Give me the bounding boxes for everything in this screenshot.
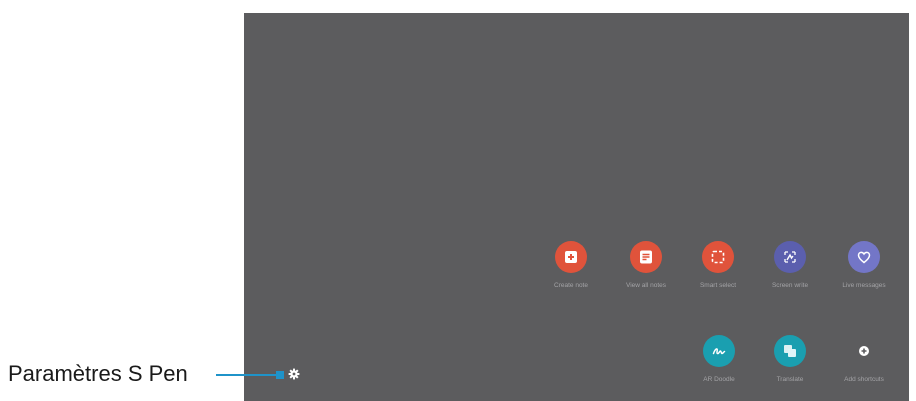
callout-leader-line: [216, 374, 284, 376]
live-messages-label: Live messages: [842, 282, 886, 289]
translate-label: Translate: [776, 376, 804, 383]
create-note-icon: [555, 241, 587, 273]
create-note-label: Create note: [554, 282, 588, 289]
ar-doodle-label: AR Doodle: [703, 376, 735, 383]
settings-gear-icon[interactable]: [288, 368, 300, 380]
view-all-notes-button[interactable]: View all notes: [610, 241, 682, 289]
smart-select-button[interactable]: Smart select: [682, 241, 754, 289]
add-shortcuts-icon: [848, 335, 880, 367]
view-all-notes-label: View all notes: [626, 282, 666, 289]
translate-icon: [774, 335, 806, 367]
ar-doodle-icon: [703, 335, 735, 367]
screen-write-label: Screen write: [771, 282, 809, 289]
add-shortcuts-label: Add shortcuts: [844, 376, 884, 383]
live-messages-icon: [848, 241, 880, 273]
view-notes-icon: [630, 241, 662, 273]
settings-callout-label: Paramètres S Pen: [8, 361, 188, 386]
ar-doodle-button[interactable]: AR Doodle: [683, 335, 755, 383]
smart-select-icon: [702, 241, 734, 273]
translate-button[interactable]: Translate: [754, 335, 826, 383]
live-messages-button[interactable]: Live messages: [828, 241, 900, 289]
screen-write-icon: [774, 241, 806, 273]
create-note-button[interactable]: Create note: [535, 241, 607, 289]
smart-select-label: Smart select: [699, 282, 737, 289]
callout-leader-end: [276, 371, 284, 379]
screen-write-button[interactable]: Screen write: [754, 241, 826, 289]
add-shortcuts-button[interactable]: Add shortcuts: [828, 335, 900, 383]
